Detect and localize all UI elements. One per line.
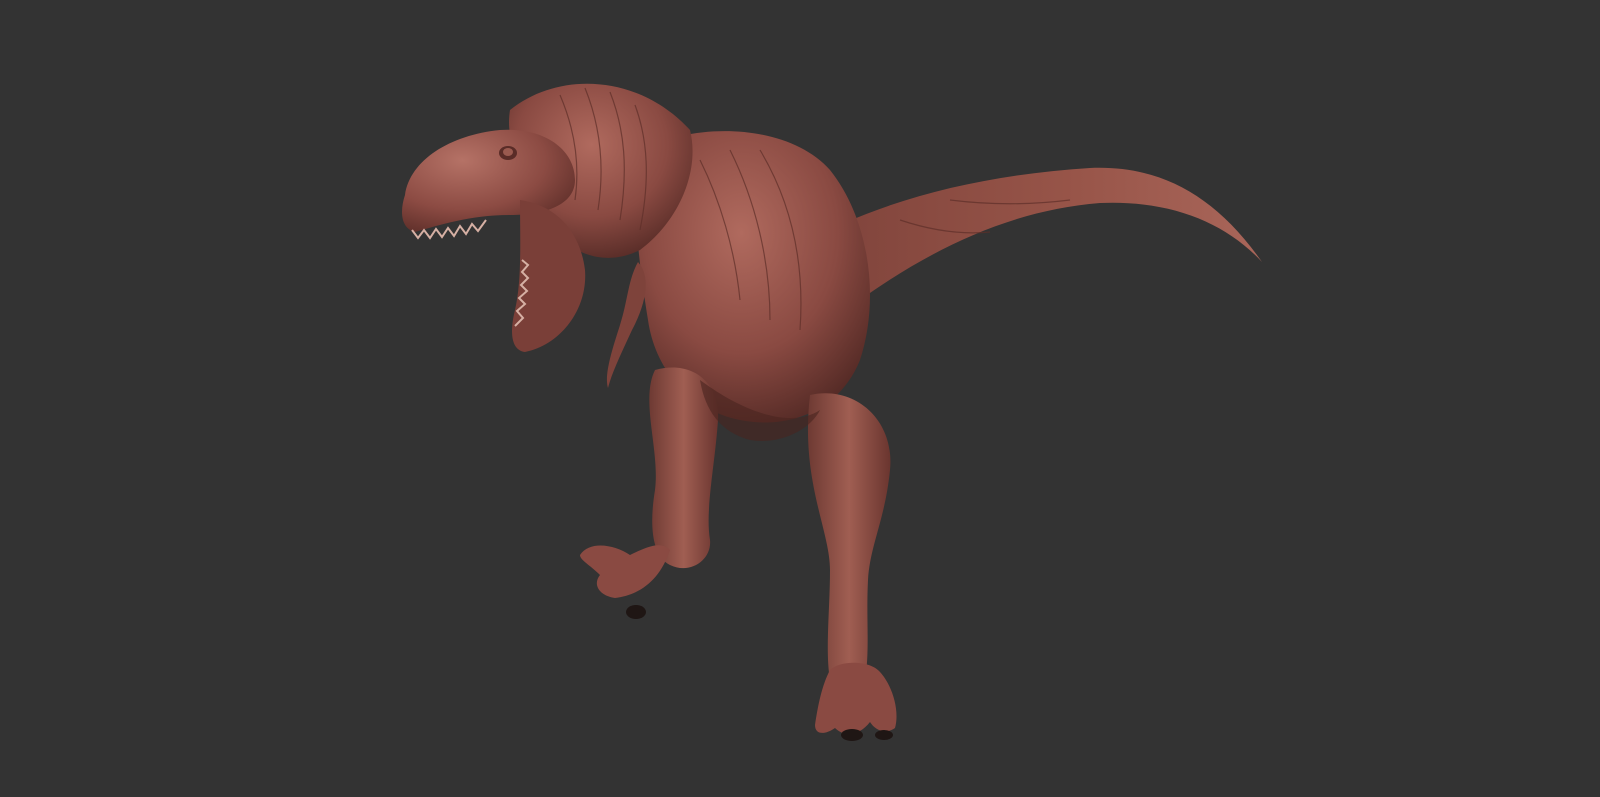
left-foot <box>580 545 670 598</box>
right-foot <box>815 662 897 734</box>
right-leg <box>807 393 891 695</box>
trex-sculpt-render <box>402 83 1262 741</box>
arm <box>606 262 646 388</box>
sculpt-viewport[interactable] <box>0 0 1600 797</box>
